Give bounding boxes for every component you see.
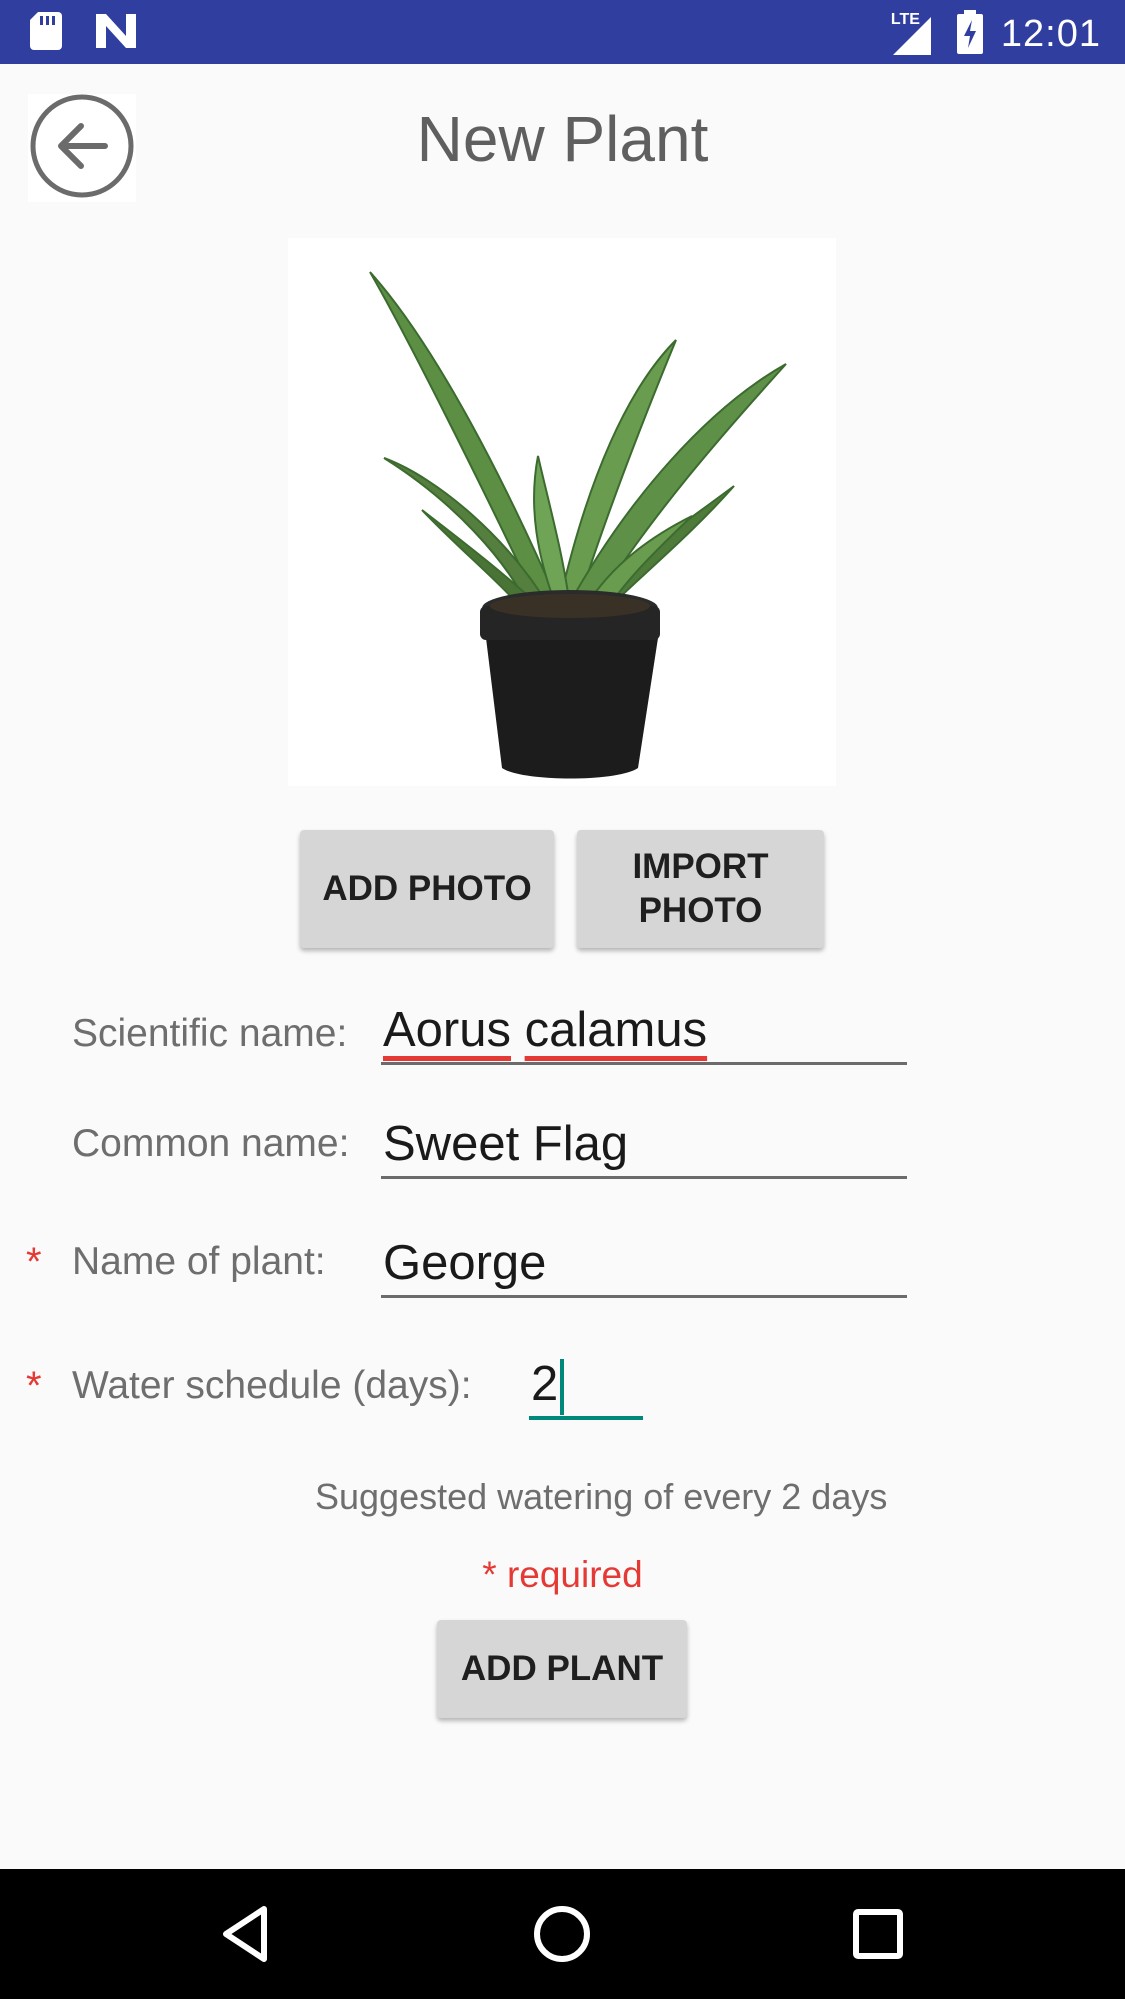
signal-icon: LTE	[891, 11, 939, 57]
scientific-name-label: Scientific name:	[72, 1012, 348, 1055]
page-title: New Plant	[416, 103, 709, 175]
common-name-field[interactable]: Sweet Flag	[381, 1112, 907, 1179]
plant-name-field[interactable]: George	[381, 1231, 907, 1298]
status-bar: LTE 12:01	[0, 0, 1125, 64]
new-plant-screen: LTE 12:01 New Plant ADD PHOTO IMPORT PHO…	[0, 0, 1125, 1999]
add-photo-button[interactable]: ADD PHOTO	[300, 830, 554, 948]
home-circle-icon[interactable]	[527, 1899, 597, 1969]
scientific-name-word-2: calamus	[524, 1003, 708, 1057]
text-cursor	[560, 1359, 565, 1416]
plant-name-label: Name of plant:	[72, 1240, 326, 1283]
status-time: 12:01	[1000, 13, 1101, 55]
plant-name-required-mark: *	[26, 1240, 42, 1284]
water-schedule-value: 2	[531, 1357, 559, 1411]
n-app-icon	[96, 14, 136, 53]
water-schedule-field[interactable]: 2	[529, 1352, 643, 1420]
scientific-name-word-1: Aorus	[383, 1003, 512, 1057]
battery-charging-icon	[956, 10, 983, 59]
plant-photo	[288, 238, 836, 786]
watering-suggestion-text: Suggested watering of every 2 days	[315, 1476, 888, 1517]
recents-square-icon[interactable]	[843, 1899, 913, 1969]
scientific-name-field[interactable]: Aorus calamus	[381, 998, 907, 1065]
add-plant-button[interactable]: ADD PLANT	[437, 1620, 687, 1718]
required-note: * required	[482, 1554, 643, 1595]
import-photo-button[interactable]: IMPORT PHOTO	[577, 830, 824, 948]
back-triangle-icon[interactable]	[212, 1899, 282, 1969]
common-name-label: Common name:	[72, 1122, 350, 1165]
water-schedule-label: Water schedule (days):	[72, 1364, 472, 1407]
navigation-bar	[0, 1869, 1125, 1999]
sd-card-icon	[30, 12, 62, 55]
water-schedule-required-mark: *	[26, 1364, 42, 1408]
